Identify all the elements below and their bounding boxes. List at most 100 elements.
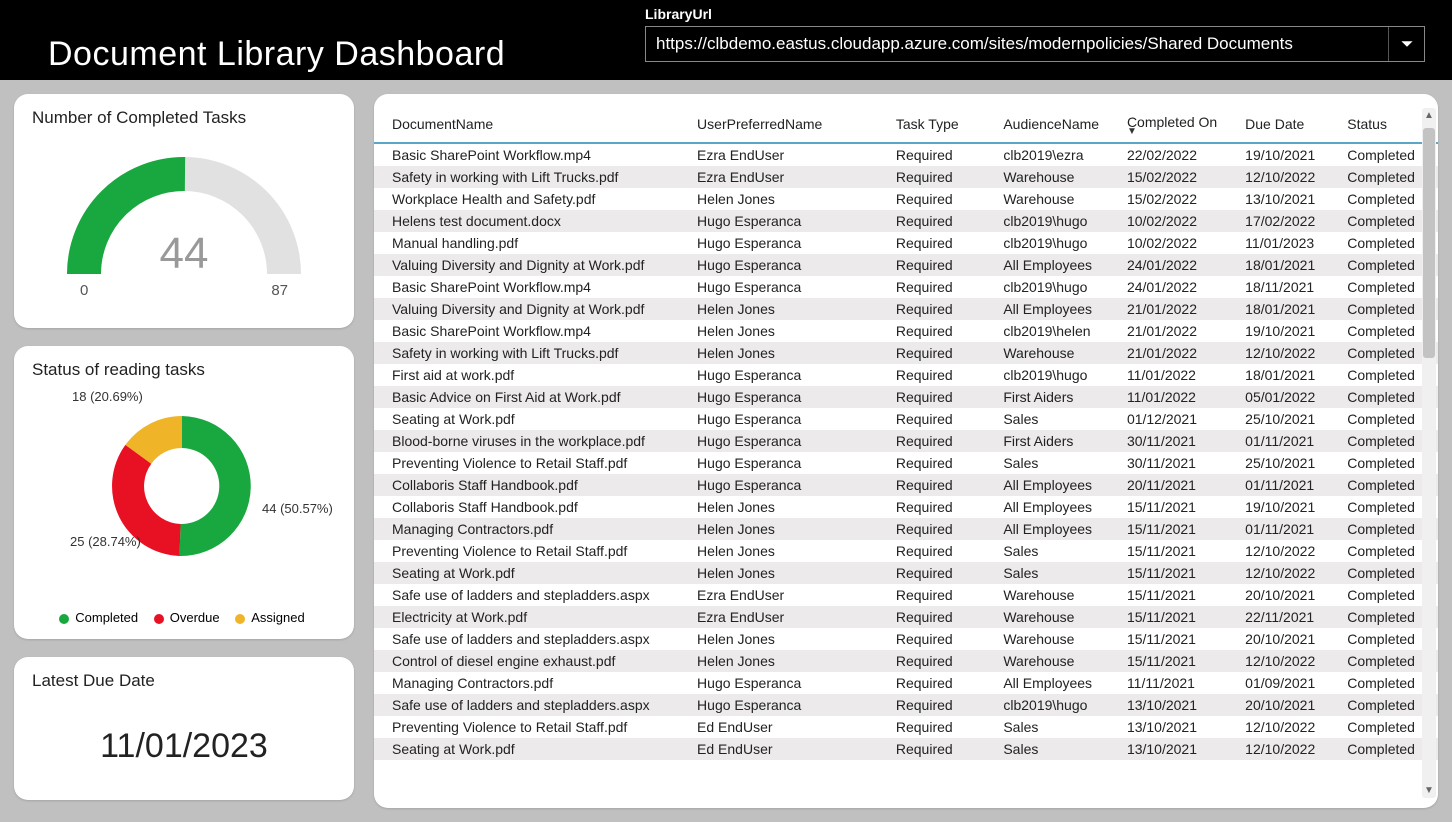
table-row[interactable]: Basic SharePoint Workflow.mp4Hugo Espera… bbox=[374, 276, 1438, 298]
table-row[interactable]: Seating at Work.pdfHugo EsperancaRequire… bbox=[374, 408, 1438, 430]
table-row[interactable]: Basic Advice on First Aid at Work.pdfHug… bbox=[374, 386, 1438, 408]
table-row[interactable]: Safe use of ladders and stepladders.aspx… bbox=[374, 628, 1438, 650]
cell-user: Hugo Esperanca bbox=[691, 386, 890, 408]
table-row[interactable]: Preventing Violence to Retail Staff.pdfH… bbox=[374, 452, 1438, 474]
cell-due: 12/10/2022 bbox=[1239, 650, 1341, 672]
cell-aud: All Employees bbox=[997, 496, 1121, 518]
scroll-up-icon[interactable]: ▲ bbox=[1422, 110, 1436, 121]
cell-doc: Valuing Diversity and Dignity at Work.pd… bbox=[374, 298, 691, 320]
cell-type: Required bbox=[890, 232, 997, 254]
completed-tasks-card[interactable]: Number of Completed Tasks 44 0 87 bbox=[14, 94, 354, 328]
status-tasks-card[interactable]: Status of reading tasks 44 (50.57%) 25 (… bbox=[14, 346, 354, 639]
table-row[interactable]: Manual handling.pdfHugo EsperancaRequire… bbox=[374, 232, 1438, 254]
table-row[interactable]: Helens test document.docxHugo EsperancaR… bbox=[374, 210, 1438, 232]
legend-completed[interactable]: Completed bbox=[75, 610, 138, 625]
page-title: Document Library Dashboard bbox=[48, 35, 505, 74]
legend-overdue[interactable]: Overdue bbox=[170, 610, 220, 625]
cell-type: Required bbox=[890, 298, 997, 320]
header-bar: Document Library Dashboard LibraryUrl bbox=[0, 0, 1452, 80]
status-tasks-title: Status of reading tasks bbox=[32, 360, 336, 380]
cell-doc: First aid at work.pdf bbox=[374, 364, 691, 386]
table-row[interactable]: Safety in working with Lift Trucks.pdfHe… bbox=[374, 342, 1438, 364]
cell-doc: Safe use of ladders and stepladders.aspx bbox=[374, 694, 691, 716]
col-header-documentname[interactable]: DocumentName bbox=[374, 106, 691, 143]
cell-doc: Basic SharePoint Workflow.mp4 bbox=[374, 276, 691, 298]
cell-due: 12/10/2022 bbox=[1239, 342, 1341, 364]
cell-due: 17/02/2022 bbox=[1239, 210, 1341, 232]
table-row[interactable]: Collaboris Staff Handbook.pdfHugo Espera… bbox=[374, 474, 1438, 496]
cell-doc: Electricity at Work.pdf bbox=[374, 606, 691, 628]
chevron-down-icon[interactable] bbox=[1388, 27, 1424, 61]
cell-aud: Warehouse bbox=[997, 342, 1121, 364]
cell-comp: 11/01/2022 bbox=[1121, 364, 1239, 386]
cell-aud: Sales bbox=[997, 738, 1121, 760]
cell-due: 05/01/2022 bbox=[1239, 386, 1341, 408]
legend-assigned[interactable]: Assigned bbox=[251, 610, 304, 625]
cell-doc: Preventing Violence to Retail Staff.pdf bbox=[374, 540, 691, 562]
cell-comp: 21/01/2022 bbox=[1121, 298, 1239, 320]
cell-type: Required bbox=[890, 496, 997, 518]
table-row[interactable]: Collaboris Staff Handbook.pdfHelen Jones… bbox=[374, 496, 1438, 518]
cell-doc: Seating at Work.pdf bbox=[374, 738, 691, 760]
table-row[interactable]: Valuing Diversity and Dignity at Work.pd… bbox=[374, 254, 1438, 276]
scroll-thumb[interactable] bbox=[1423, 128, 1435, 358]
table-row[interactable]: Preventing Violence to Retail Staff.pdfH… bbox=[374, 540, 1438, 562]
cell-type: Required bbox=[890, 386, 997, 408]
cell-type: Required bbox=[890, 143, 997, 166]
table-row[interactable]: First aid at work.pdfHugo EsperancaRequi… bbox=[374, 364, 1438, 386]
col-header-user[interactable]: UserPreferredName bbox=[691, 106, 890, 143]
cell-doc: Managing Contractors.pdf bbox=[374, 672, 691, 694]
cell-doc: Manual handling.pdf bbox=[374, 232, 691, 254]
table-row[interactable]: Control of diesel engine exhaust.pdfHele… bbox=[374, 650, 1438, 672]
cell-aud: clb2019\hugo bbox=[997, 232, 1121, 254]
table-row[interactable]: Electricity at Work.pdfEzra EndUserRequi… bbox=[374, 606, 1438, 628]
library-url-label: LibraryUrl bbox=[645, 6, 1425, 22]
table-scrollbar[interactable]: ▲ ▼ bbox=[1422, 108, 1436, 798]
table-row[interactable]: Safety in working with Lift Trucks.pdfEz… bbox=[374, 166, 1438, 188]
cell-type: Required bbox=[890, 628, 997, 650]
table-row[interactable]: Valuing Diversity and Dignity at Work.pd… bbox=[374, 298, 1438, 320]
cell-aud: Warehouse bbox=[997, 628, 1121, 650]
cell-comp: 20/11/2021 bbox=[1121, 474, 1239, 496]
scroll-down-icon[interactable]: ▼ bbox=[1422, 785, 1436, 796]
table-row[interactable]: Preventing Violence to Retail Staff.pdfE… bbox=[374, 716, 1438, 738]
table-row[interactable]: Safe use of ladders and stepladders.aspx… bbox=[374, 584, 1438, 606]
col-header-completedon[interactable]: Completed On▼ bbox=[1121, 106, 1239, 143]
cell-user: Helen Jones bbox=[691, 562, 890, 584]
cell-comp: 15/11/2021 bbox=[1121, 584, 1239, 606]
table-row[interactable]: Blood-borne viruses in the workplace.pdf… bbox=[374, 430, 1438, 452]
cell-doc: Workplace Health and Safety.pdf bbox=[374, 188, 691, 210]
cell-doc: Collaboris Staff Handbook.pdf bbox=[374, 474, 691, 496]
library-url-dropdown[interactable] bbox=[645, 26, 1425, 62]
cell-doc: Valuing Diversity and Dignity at Work.pd… bbox=[374, 254, 691, 276]
table-row[interactable]: Managing Contractors.pdfHelen JonesRequi… bbox=[374, 518, 1438, 540]
cell-comp: 24/01/2022 bbox=[1121, 276, 1239, 298]
table-row[interactable]: Basic SharePoint Workflow.mp4Ezra EndUse… bbox=[374, 143, 1438, 166]
cell-aud: First Aiders bbox=[997, 430, 1121, 452]
cell-user: Helen Jones bbox=[691, 188, 890, 210]
cell-user: Hugo Esperanca bbox=[691, 430, 890, 452]
cell-due: 18/11/2021 bbox=[1239, 276, 1341, 298]
cell-type: Required bbox=[890, 364, 997, 386]
table-row[interactable]: Safe use of ladders and stepladders.aspx… bbox=[374, 694, 1438, 716]
latest-due-date-card[interactable]: Latest Due Date 11/01/2023 bbox=[14, 657, 354, 800]
col-header-duedate[interactable]: Due Date bbox=[1239, 106, 1341, 143]
cell-due: 18/01/2021 bbox=[1239, 298, 1341, 320]
col-header-audience[interactable]: AudienceName bbox=[997, 106, 1121, 143]
table-row[interactable]: Seating at Work.pdfHelen JonesRequiredSa… bbox=[374, 562, 1438, 584]
cell-user: Helen Jones bbox=[691, 298, 890, 320]
cell-due: 20/10/2021 bbox=[1239, 694, 1341, 716]
table-row[interactable]: Basic SharePoint Workflow.mp4Helen Jones… bbox=[374, 320, 1438, 342]
cell-aud: Warehouse bbox=[997, 584, 1121, 606]
cell-type: Required bbox=[890, 320, 997, 342]
cell-type: Required bbox=[890, 254, 997, 276]
table-row[interactable]: Workplace Health and Safety.pdfHelen Jon… bbox=[374, 188, 1438, 210]
cell-aud: Warehouse bbox=[997, 188, 1121, 210]
tasks-table-card[interactable]: DocumentName UserPreferredName Task Type… bbox=[374, 94, 1438, 808]
library-url-input[interactable] bbox=[646, 34, 1388, 54]
cell-type: Required bbox=[890, 562, 997, 584]
table-row[interactable]: Seating at Work.pdfEd EndUserRequiredSal… bbox=[374, 738, 1438, 760]
col-header-tasktype[interactable]: Task Type bbox=[890, 106, 997, 143]
table-row[interactable]: Managing Contractors.pdfHugo EsperancaRe… bbox=[374, 672, 1438, 694]
cell-doc: Safe use of ladders and stepladders.aspx bbox=[374, 584, 691, 606]
